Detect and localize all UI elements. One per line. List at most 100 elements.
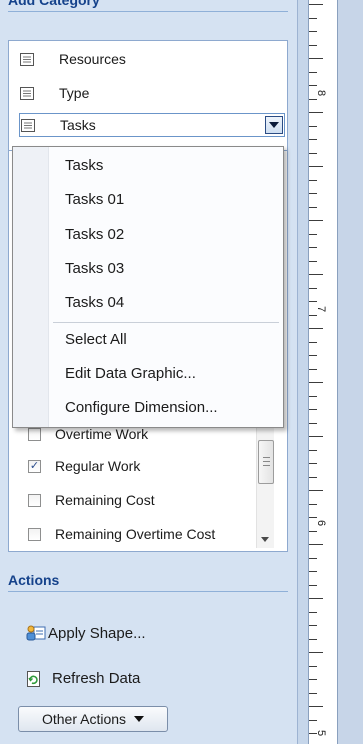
chevron-down-icon — [269, 122, 279, 128]
ruler-tick — [309, 17, 317, 19]
data-item-remaining-cost[interactable]: Remaining Cost — [28, 490, 155, 510]
refresh-data-label: Refresh Data — [52, 670, 141, 687]
pane-splitter[interactable] — [298, 0, 308, 744]
ruler-tick — [309, 355, 317, 356]
menu-item-edit-data-graphic[interactable]: Edit Data Graphic... — [65, 363, 196, 385]
ruler-tick — [309, 314, 317, 316]
refresh-data-action[interactable]: Refresh Data — [26, 670, 140, 687]
ruler-tick — [309, 436, 323, 437]
category-combo-tasks[interactable]: Tasks — [19, 113, 285, 137]
ruler-tick — [309, 44, 317, 46]
vertical-ruler: 8 7 6 5 — [308, 0, 338, 744]
menu-item-tasks-03[interactable]: Tasks 03 — [65, 258, 124, 280]
document-icon — [21, 118, 35, 132]
menu-separator — [53, 322, 279, 323]
ruler-tick — [309, 584, 317, 586]
ruler-tick — [309, 233, 317, 235]
checkbox-checked[interactable]: ✓ — [28, 459, 41, 473]
ruler-tick — [309, 328, 323, 329]
other-actions-button[interactable]: Other Actions — [18, 706, 168, 732]
menu-gutter — [13, 147, 49, 427]
ruler-tick — [309, 341, 317, 343]
checkbox[interactable] — [28, 493, 41, 507]
ruler-label: 7 — [315, 306, 327, 313]
checkbox[interactable] — [28, 527, 41, 541]
data-item-label: Remaining Overtime Cost — [55, 526, 216, 542]
ruler-tick — [309, 287, 317, 289]
ruler-tick — [309, 112, 323, 113]
ruler-tick — [309, 652, 323, 653]
ruler-tick — [309, 409, 317, 410]
ruler-tick — [309, 260, 317, 262]
ruler-tick — [309, 665, 317, 667]
grip-icon — [263, 457, 270, 466]
ruler-tick — [309, 719, 317, 721]
ruler-tick — [309, 598, 323, 599]
dropdown-arrow-icon — [134, 716, 145, 722]
ruler-tick — [309, 139, 317, 140]
ruler-tick — [309, 206, 317, 208]
ruler-tick — [309, 733, 317, 734]
menu-item-tasks[interactable]: Tasks — [65, 155, 103, 177]
ruler-tick — [309, 274, 323, 275]
ruler-tick — [309, 58, 323, 59]
data-item-label: Remaining Cost — [55, 492, 155, 508]
ruler-tick — [309, 166, 323, 167]
ruler-tick — [309, 706, 323, 707]
scroll-thumb[interactable] — [258, 440, 274, 484]
ruler-tick — [309, 85, 317, 86]
category-label: Resources — [59, 51, 126, 67]
apply-shape-action[interactable]: Apply Shape... — [26, 624, 146, 642]
menu-item-tasks-04[interactable]: Tasks 04 — [65, 292, 124, 314]
ruler-tick — [309, 449, 317, 451]
scroll-down-arrow-icon[interactable] — [261, 537, 269, 542]
ruler-label: 8 — [315, 90, 327, 97]
dropdown-button[interactable] — [265, 116, 283, 134]
category-item-type[interactable]: Type — [19, 81, 285, 105]
category-label: Type — [59, 85, 90, 101]
vertical-scrollbar[interactable] — [256, 420, 274, 548]
ruler-tick — [309, 152, 317, 154]
ruler-tick — [309, 679, 317, 680]
category-item-resources[interactable]: Resources — [19, 47, 285, 71]
ruler-tick — [309, 179, 317, 181]
ruler-label: 6 — [315, 520, 327, 527]
ruler-tick — [309, 247, 317, 248]
ruler-tick — [309, 4, 323, 5]
category-list: Resources Type Tasks — [8, 40, 288, 152]
document-icon — [20, 86, 34, 100]
data-item-remaining-overtime-cost[interactable]: Remaining Overtime Cost — [28, 524, 215, 544]
ruler-tick — [309, 638, 317, 640]
ruler-tick — [309, 544, 323, 545]
ruler-tick — [309, 503, 317, 505]
ruler-tick — [309, 571, 317, 572]
ruler-tick — [309, 611, 317, 613]
data-item-label: Overtime Work — [55, 426, 149, 442]
ruler-tick — [309, 625, 317, 626]
menu-item-tasks-01[interactable]: Tasks 01 — [65, 189, 124, 211]
ruler-tick — [309, 422, 317, 424]
ruler-tick — [309, 220, 323, 221]
data-item-regular-work[interactable]: ✓ Regular Work — [28, 456, 140, 476]
ruler-tick — [309, 395, 317, 397]
drawing-canvas[interactable] — [338, 0, 363, 744]
ruler-tick — [309, 463, 317, 464]
ruler-tick — [309, 557, 317, 559]
checkbox[interactable] — [28, 427, 41, 441]
data-item-label: Regular Work — [55, 458, 141, 474]
ruler-tick — [309, 530, 317, 532]
ruler-tick — [309, 476, 317, 478]
category-label: Tasks — [60, 117, 96, 133]
ruler-tick — [309, 193, 317, 194]
ruler-tick — [309, 368, 317, 370]
refresh-icon — [27, 670, 40, 687]
actions-header: Actions — [8, 572, 288, 592]
menu-item-configure-dimension[interactable]: Configure Dimension... — [65, 397, 218, 419]
ruler-tick — [309, 382, 323, 383]
ruler-tick — [309, 301, 317, 302]
apply-shape-label: Apply Shape... — [48, 624, 146, 642]
ruler-tick — [309, 31, 317, 32]
ruler-tick — [309, 517, 317, 518]
menu-item-tasks-02[interactable]: Tasks 02 — [65, 224, 124, 246]
menu-item-select-all[interactable]: Select All — [65, 329, 127, 351]
